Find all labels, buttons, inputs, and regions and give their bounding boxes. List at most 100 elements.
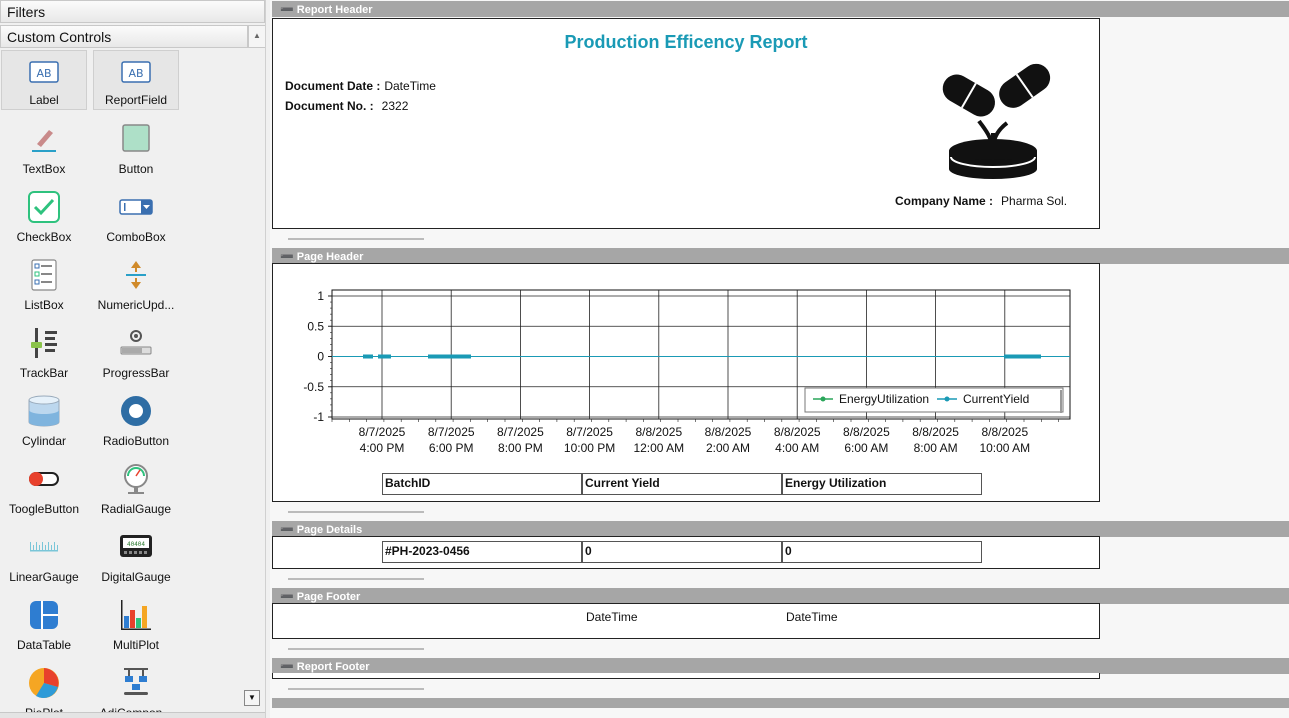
- radial-gauge-icon: [124, 464, 148, 494]
- x-tick-label: 8/8/2025: [774, 425, 821, 439]
- listbox-icon: [31, 259, 57, 291]
- band-page-header[interactable]: ➖ Page Header: [272, 248, 1289, 264]
- tool-datatable-text: DataTable: [16, 638, 72, 652]
- digital-gauge-readout: 40404: [127, 541, 145, 548]
- x-tick-label: 8/7/2025: [359, 425, 406, 439]
- band-resize-handle[interactable]: [288, 648, 424, 650]
- band-resize-handle[interactable]: [288, 511, 424, 513]
- document-date-field[interactable]: Document Date : DateTime: [285, 79, 436, 93]
- tool-radiobutton-text: RadioButton: [102, 434, 170, 448]
- tool-listbox-text: ListBox: [24, 298, 64, 312]
- x-tick-label: 12:00 AM: [633, 441, 684, 455]
- page-footer-section[interactable]: DateTime DateTime: [272, 603, 1100, 639]
- progressbar-icon: [120, 330, 152, 355]
- page-header-section[interactable]: 1 0.5 0 -0.5 -1 8/7/2025 4:00 PM 8/7/2025 6:00 P…: [272, 263, 1100, 502]
- detail-cell-current-yield[interactable]: 0: [582, 541, 782, 563]
- column-header-energy-utilization[interactable]: Energy Utilization: [782, 473, 982, 495]
- tool-combobox[interactable]: ComboBox: [93, 186, 179, 246]
- band-page-footer[interactable]: ➖ Page Footer: [272, 588, 1289, 604]
- column-header-current-yield[interactable]: Current Yield: [582, 473, 782, 495]
- legend-label: EnergyUtilization: [839, 392, 929, 406]
- pills-plant-logo[interactable]: [933, 57, 1053, 181]
- x-tick-label: 8/8/2025: [912, 425, 959, 439]
- x-tick-label: 4:00 PM: [360, 441, 405, 455]
- tool-checkbox-text: CheckBox: [16, 230, 72, 244]
- toolbox-scroll-up-button[interactable]: ▲: [248, 25, 265, 48]
- collapse-icon[interactable]: ➖: [280, 251, 294, 263]
- button-icon: [122, 124, 150, 152]
- company-name-label: Company Name :: [895, 194, 994, 208]
- tool-cylinder-text: Cylindar: [21, 434, 66, 448]
- band-resize-handle[interactable]: [288, 578, 424, 580]
- custom-controls-header[interactable]: Custom Controls: [0, 25, 248, 48]
- radiobutton-icon: [121, 396, 151, 426]
- document-no-label: Document No. :: [285, 99, 374, 113]
- tool-multiplot-text: MultiPlot: [112, 638, 159, 652]
- column-header-batchid[interactable]: BatchID: [382, 473, 582, 495]
- toolbox-scroll-down-button[interactable]: ▼: [244, 690, 260, 706]
- band-page-details[interactable]: ➖ Page Details: [272, 521, 1289, 537]
- tool-label[interactable]: AB Label: [1, 50, 87, 110]
- report-footer-section[interactable]: [272, 673, 1100, 679]
- data-point: [1037, 354, 1041, 359]
- x-tick-label: 8:00 PM: [498, 441, 543, 455]
- tool-pieplot[interactable]: PiePlot: [1, 662, 87, 718]
- tool-digitalgauge-text: DigitalGauge: [101, 570, 171, 584]
- footer-datetime-right[interactable]: DateTime: [786, 610, 838, 624]
- tool-digitalgauge[interactable]: 40404 DigitalGauge: [93, 526, 179, 586]
- data-point: [387, 354, 391, 359]
- band-report-header[interactable]: ➖ Report Header: [272, 1, 1289, 17]
- tool-cylinder[interactable]: Cylindar: [1, 390, 87, 450]
- band-resize-handle[interactable]: [288, 688, 424, 690]
- y-tick-label: 1: [317, 289, 324, 303]
- tool-button[interactable]: Button: [93, 118, 179, 178]
- page-details-section[interactable]: #PH-2023-0456 0 0: [272, 536, 1100, 569]
- filters-header[interactable]: Filters: [0, 0, 265, 23]
- tool-radiobutton[interactable]: RadioButton: [93, 390, 179, 450]
- tool-togglebutton[interactable]: ToogleButton: [1, 458, 87, 518]
- tool-lineargauge[interactable]: LinearGauge: [1, 526, 87, 586]
- band-report-footer[interactable]: ➖ Report Footer: [272, 658, 1289, 674]
- collapse-icon[interactable]: ➖: [280, 524, 294, 536]
- tool-progressbar-text: ProgressBar: [102, 366, 170, 380]
- report-header-section[interactable]: Production Efficency Report Document Dat…: [272, 18, 1100, 229]
- collapse-icon[interactable]: ➖: [280, 591, 294, 603]
- report-field-icon: AB: [121, 61, 151, 83]
- band-resize-handle[interactable]: [288, 238, 424, 240]
- tool-textbox-text: TextBox: [22, 162, 66, 176]
- tool-datatable[interactable]: DataTable: [1, 594, 87, 654]
- tool-checkbox[interactable]: CheckBox: [1, 186, 87, 246]
- toggle-button-icon: [29, 472, 59, 486]
- designer-bottom-band: [272, 698, 1289, 708]
- tool-textbox[interactable]: TextBox: [1, 118, 87, 178]
- collapse-icon[interactable]: ➖: [280, 4, 294, 16]
- tool-trackbar[interactable]: TrackBar: [1, 322, 87, 382]
- y-tick-label: 0.5: [307, 319, 324, 333]
- tool-radialgauge[interactable]: RadialGauge: [93, 458, 179, 518]
- svg-text:AB: AB: [36, 67, 51, 80]
- tool-multiplot[interactable]: MultiPlot: [93, 594, 179, 654]
- x-tick-label: 2:00 AM: [706, 441, 750, 455]
- x-tick-label: 4:00 AM: [775, 441, 819, 455]
- band-page-footer-label: Page Footer: [296, 591, 361, 603]
- document-no-field[interactable]: Document No. : 2322: [285, 99, 408, 113]
- adi-component-icon: [124, 668, 148, 695]
- band-report-footer-label: Report Footer: [296, 661, 370, 673]
- footer-datetime-left[interactable]: DateTime: [586, 610, 638, 624]
- line-chart[interactable]: 1 0.5 0 -0.5 -1 8/7/2025 4:00 PM 8/7/2025 6:00 P…: [273, 264, 1099, 464]
- tool-reportfield[interactable]: AB ReportField: [93, 50, 179, 110]
- detail-cell-batchid[interactable]: #PH-2023-0456: [382, 541, 582, 563]
- legend-label: CurrentYield: [963, 392, 1029, 406]
- company-name-field[interactable]: Company Name : Pharma Sol.: [895, 194, 1067, 208]
- x-tick-label: 8:00 AM: [914, 441, 958, 455]
- tool-progressbar[interactable]: ProgressBar: [93, 322, 179, 382]
- x-tick-label: 6:00 PM: [429, 441, 474, 455]
- tool-numericupdown[interactable]: NumericUpd...: [93, 254, 179, 314]
- tool-adicomponent[interactable]: AdiCompon...: [93, 662, 179, 718]
- collapse-icon[interactable]: ➖: [280, 661, 294, 673]
- tool-lineargauge-text: LinearGauge: [9, 570, 79, 584]
- tool-listbox[interactable]: ListBox: [1, 254, 87, 314]
- report-title[interactable]: Production Efficency Report: [273, 32, 1099, 53]
- cylinder-icon: [28, 395, 60, 427]
- detail-cell-energy-utilization[interactable]: 0: [782, 541, 982, 563]
